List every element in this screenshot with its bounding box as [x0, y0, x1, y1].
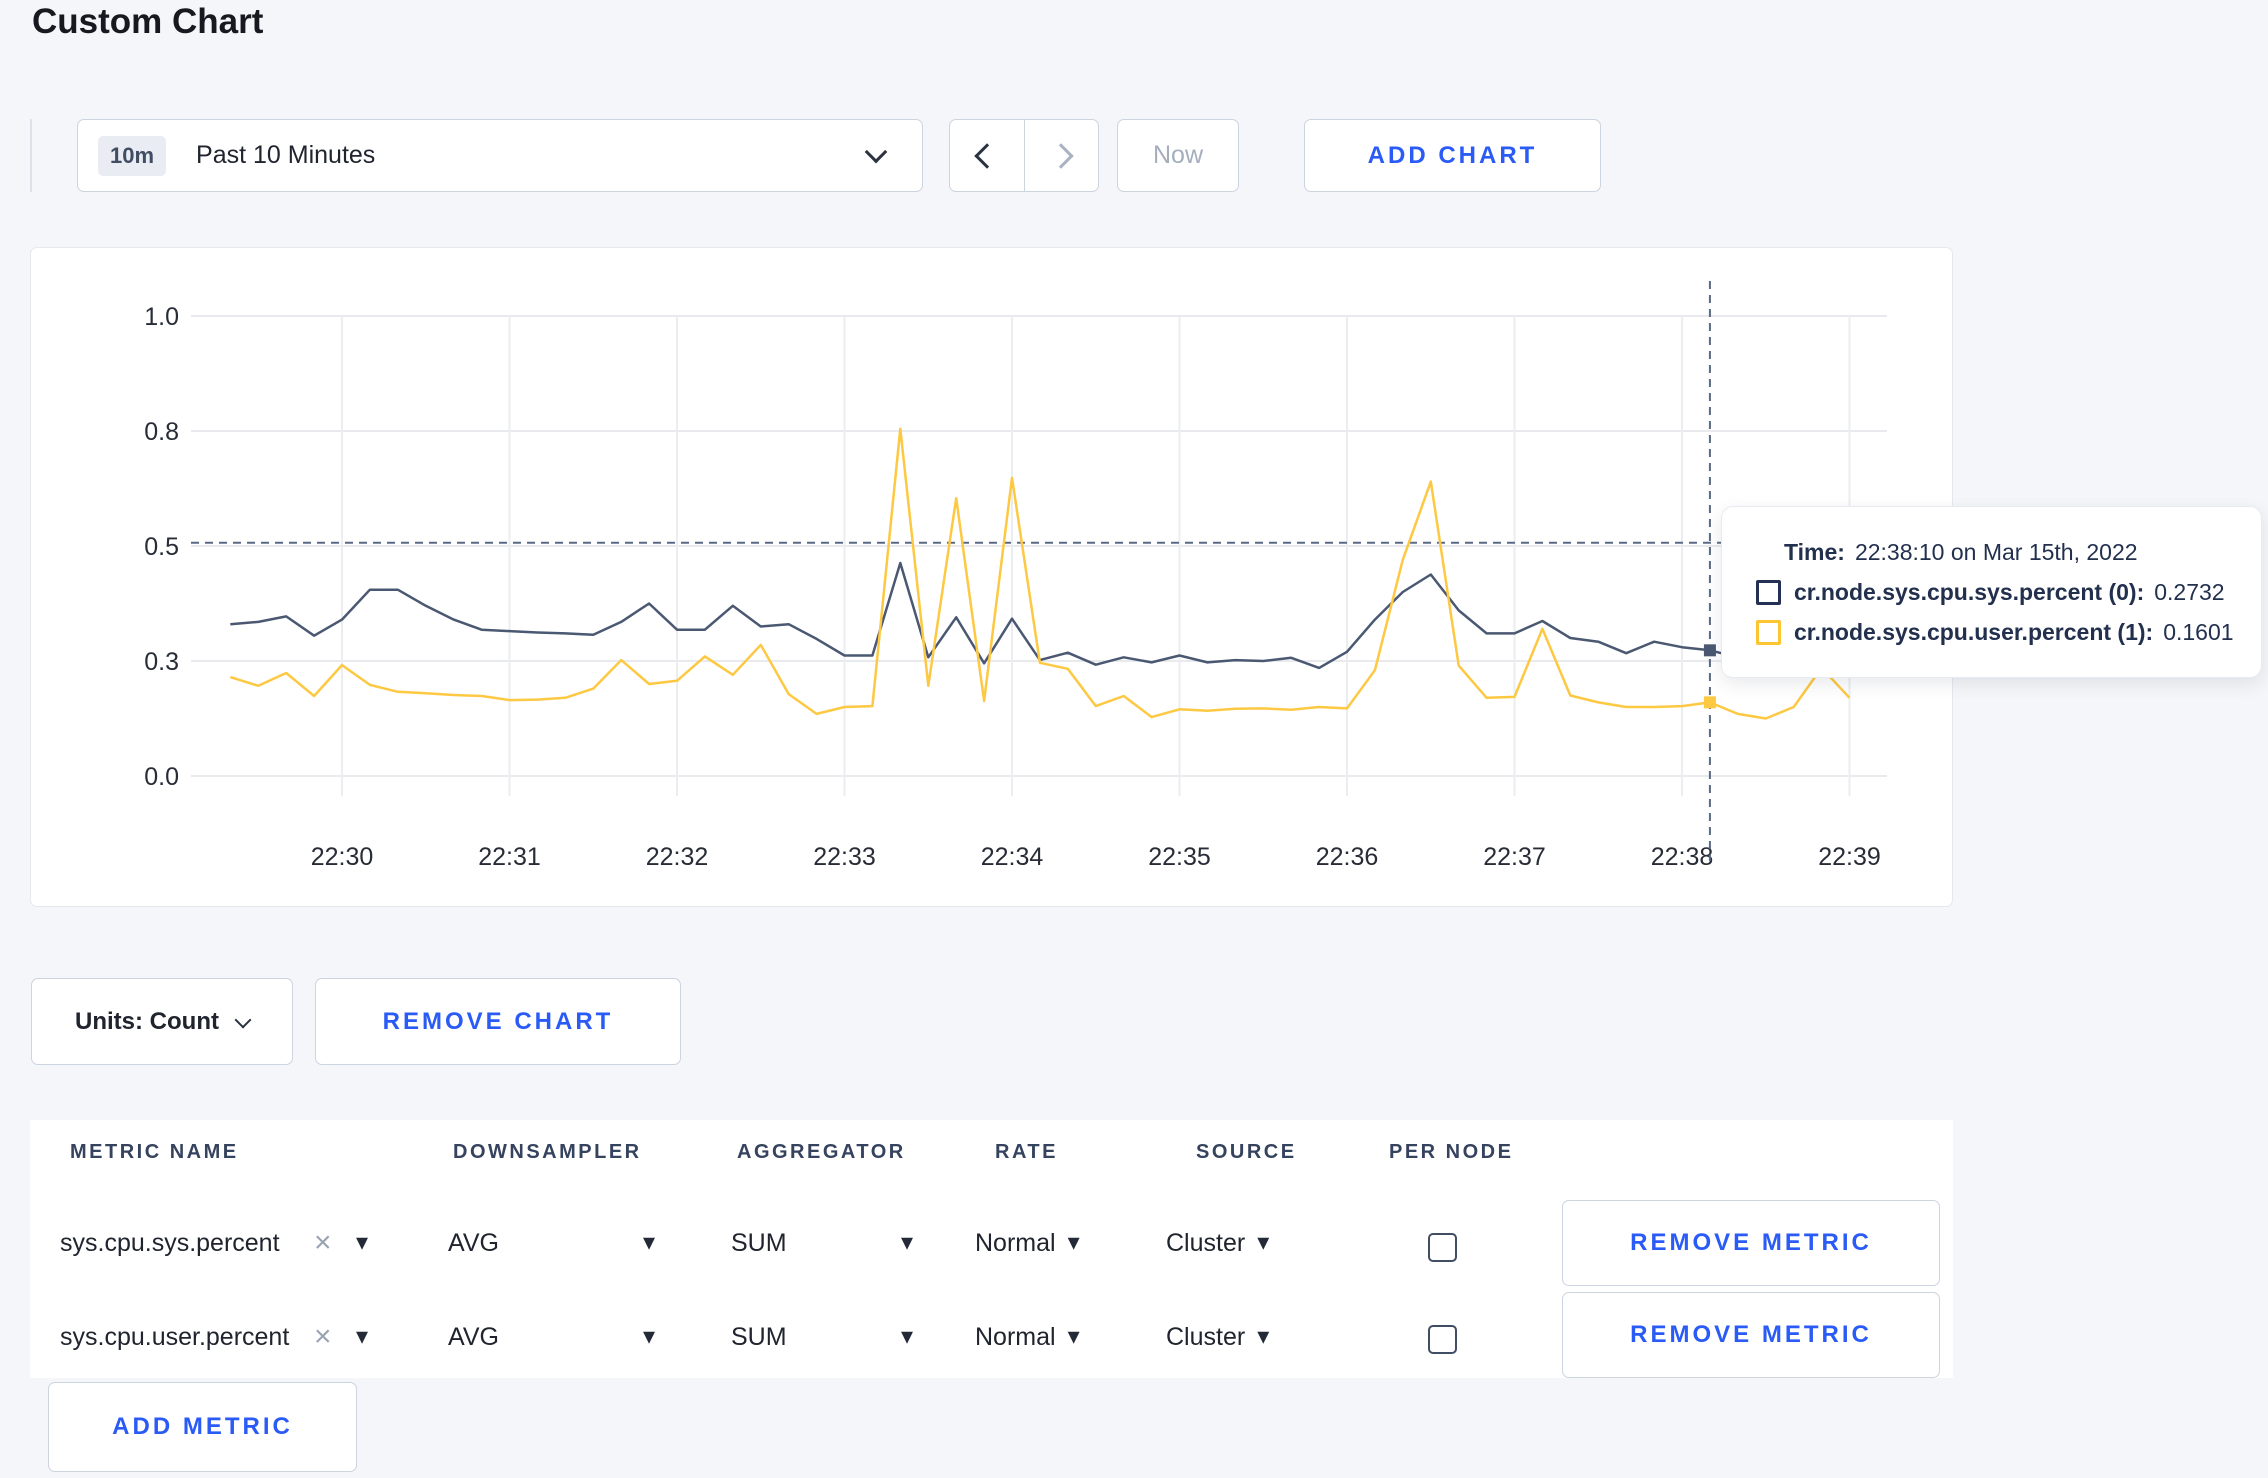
- source-value: Cluster: [1166, 1322, 1246, 1351]
- per-node-checkbox[interactable]: [1428, 1325, 1457, 1354]
- caret-down-icon: ▾: [1067, 1323, 1080, 1350]
- tooltip-user-value: 0.1601: [2163, 618, 2234, 645]
- svg-text:22:37: 22:37: [1483, 843, 1546, 871]
- svg-text:22:35: 22:35: [1148, 843, 1211, 871]
- svg-text:22:38: 22:38: [1651, 843, 1714, 871]
- svg-text:0.0: 0.0: [144, 763, 179, 791]
- tooltip-time-label: Time:: [1784, 538, 1845, 565]
- metric-select-caret[interactable]: ▾: [356, 1290, 368, 1384]
- add-chart-button[interactable]: ADD CHART: [1304, 119, 1601, 192]
- downsampler-caret[interactable]: ▾: [643, 1290, 655, 1384]
- caret-down-icon: ▾: [1067, 1229, 1080, 1256]
- rate-select[interactable]: Normal ▾: [975, 1196, 1080, 1290]
- svg-text:22:36: 22:36: [1316, 843, 1379, 871]
- svg-text:22:32: 22:32: [646, 843, 709, 871]
- source-select[interactable]: Cluster ▾: [1166, 1290, 1269, 1384]
- toolbar-divider: [30, 119, 32, 192]
- aggregator-select[interactable]: SUM: [731, 1290, 787, 1384]
- x-icon: ×: [314, 1320, 332, 1353]
- x-icon: ×: [314, 1226, 332, 1259]
- svg-text:22:34: 22:34: [981, 843, 1044, 871]
- header-per-node: PER NODE: [1389, 1140, 1514, 1163]
- svg-text:0.5: 0.5: [144, 533, 179, 561]
- svg-text:22:39: 22:39: [1818, 843, 1881, 871]
- downsampler-select[interactable]: AVG: [448, 1290, 499, 1384]
- downsampler-select[interactable]: AVG: [448, 1196, 499, 1290]
- sys-series-swatch-icon: [1756, 579, 1781, 605]
- caret-down-icon: ▾: [1257, 1229, 1270, 1256]
- next-time-button[interactable]: [1023, 120, 1099, 191]
- page-title: Custom Chart: [32, 2, 264, 41]
- aggregator-caret[interactable]: ▾: [901, 1196, 913, 1290]
- source-select[interactable]: Cluster ▾: [1166, 1196, 1269, 1290]
- aggregator-select[interactable]: SUM: [731, 1196, 787, 1290]
- rate-value: Normal: [975, 1228, 1056, 1257]
- caret-down-icon: ▾: [643, 1323, 656, 1350]
- header-rate: RATE: [995, 1140, 1058, 1163]
- header-aggregator: AGGREGATOR: [737, 1140, 906, 1163]
- svg-text:1.0: 1.0: [144, 303, 179, 331]
- remove-chart-button[interactable]: REMOVE CHART: [315, 978, 681, 1065]
- prev-time-button[interactable]: [950, 120, 1024, 191]
- metric-name-select[interactable]: sys.cpu.user.percent: [60, 1290, 289, 1384]
- rate-select[interactable]: Normal ▾: [975, 1290, 1080, 1384]
- header-source: SOURCE: [1196, 1140, 1297, 1163]
- svg-text:22:31: 22:31: [478, 843, 541, 871]
- caret-down-icon: ▾: [643, 1229, 656, 1256]
- tooltip-sys-value: 0.2732: [2154, 578, 2225, 605]
- caret-down-icon: ▾: [1257, 1323, 1270, 1350]
- add-metric-button[interactable]: ADD METRIC: [48, 1382, 357, 1472]
- metric-select-caret[interactable]: ▾: [356, 1196, 368, 1290]
- header-downsampler: DOWNSAMPLER: [453, 1140, 642, 1163]
- tooltip-user-label: cr.node.sys.cpu.user.percent (1):: [1794, 618, 2154, 645]
- cpu-percent-chart[interactable]: 1.0 0.8 0.5 0.3 0.0 22:30 22:31 22:32 22:33 22:34…: [31, 248, 1954, 908]
- rate-value: Normal: [975, 1322, 1056, 1351]
- tooltip-sys-label: cr.node.sys.cpu.sys.percent (0):: [1794, 578, 2145, 605]
- per-node-checkbox[interactable]: [1428, 1233, 1457, 1262]
- time-range-select[interactable]: 10m Past 10 Minutes: [77, 119, 923, 192]
- time-range-badge: 10m: [98, 135, 167, 176]
- remove-metric-button[interactable]: REMOVE METRIC: [1562, 1292, 1940, 1378]
- caret-down-icon: ▾: [356, 1323, 369, 1350]
- caret-down-icon: ▾: [901, 1229, 914, 1256]
- chevron-right-icon: [1048, 142, 1074, 169]
- chevron-left-icon: [974, 142, 1000, 169]
- time-range-label: Past 10 Minutes: [196, 141, 376, 169]
- now-button[interactable]: Now: [1117, 119, 1239, 192]
- aggregator-caret[interactable]: ▾: [901, 1290, 913, 1384]
- source-value: Cluster: [1166, 1228, 1246, 1257]
- chart-card: 1.0 0.8 0.5 0.3 0.0 22:30 22:31 22:32 22:33 22:34…: [30, 247, 1953, 907]
- header-metric-name: METRIC NAME: [70, 1140, 239, 1163]
- user-series-swatch-icon: [1756, 619, 1781, 645]
- caret-down-icon: ▾: [901, 1323, 914, 1350]
- remove-metric-button[interactable]: REMOVE METRIC: [1562, 1200, 1940, 1286]
- chart-tooltip: Time: 22:38:10 on Mar 15th, 2022 cr.node…: [1721, 506, 2262, 678]
- units-label: Units: Count: [75, 1007, 219, 1035]
- chevron-down-icon: [864, 140, 888, 163]
- svg-text:22:33: 22:33: [813, 843, 876, 871]
- units-select[interactable]: Units: Count: [31, 978, 293, 1065]
- chevron-down-icon: [234, 1011, 252, 1028]
- tooltip-time-value: 22:38:10 on Mar 15th, 2022: [1854, 538, 2138, 565]
- svg-text:22:30: 22:30: [311, 843, 374, 871]
- clear-metric-icon[interactable]: ×: [314, 1196, 332, 1290]
- svg-text:0.3: 0.3: [144, 648, 179, 676]
- clear-metric-icon[interactable]: ×: [314, 1290, 332, 1384]
- custom-chart-page: Custom Chart 10m Past 10 Minutes Now ADD…: [0, 0, 2268, 1478]
- caret-down-icon: ▾: [356, 1229, 369, 1256]
- downsampler-caret[interactable]: ▾: [643, 1196, 655, 1290]
- metric-name-select[interactable]: sys.cpu.sys.percent: [60, 1196, 280, 1290]
- svg-text:0.8: 0.8: [144, 418, 179, 446]
- time-nav-group: [949, 119, 1099, 192]
